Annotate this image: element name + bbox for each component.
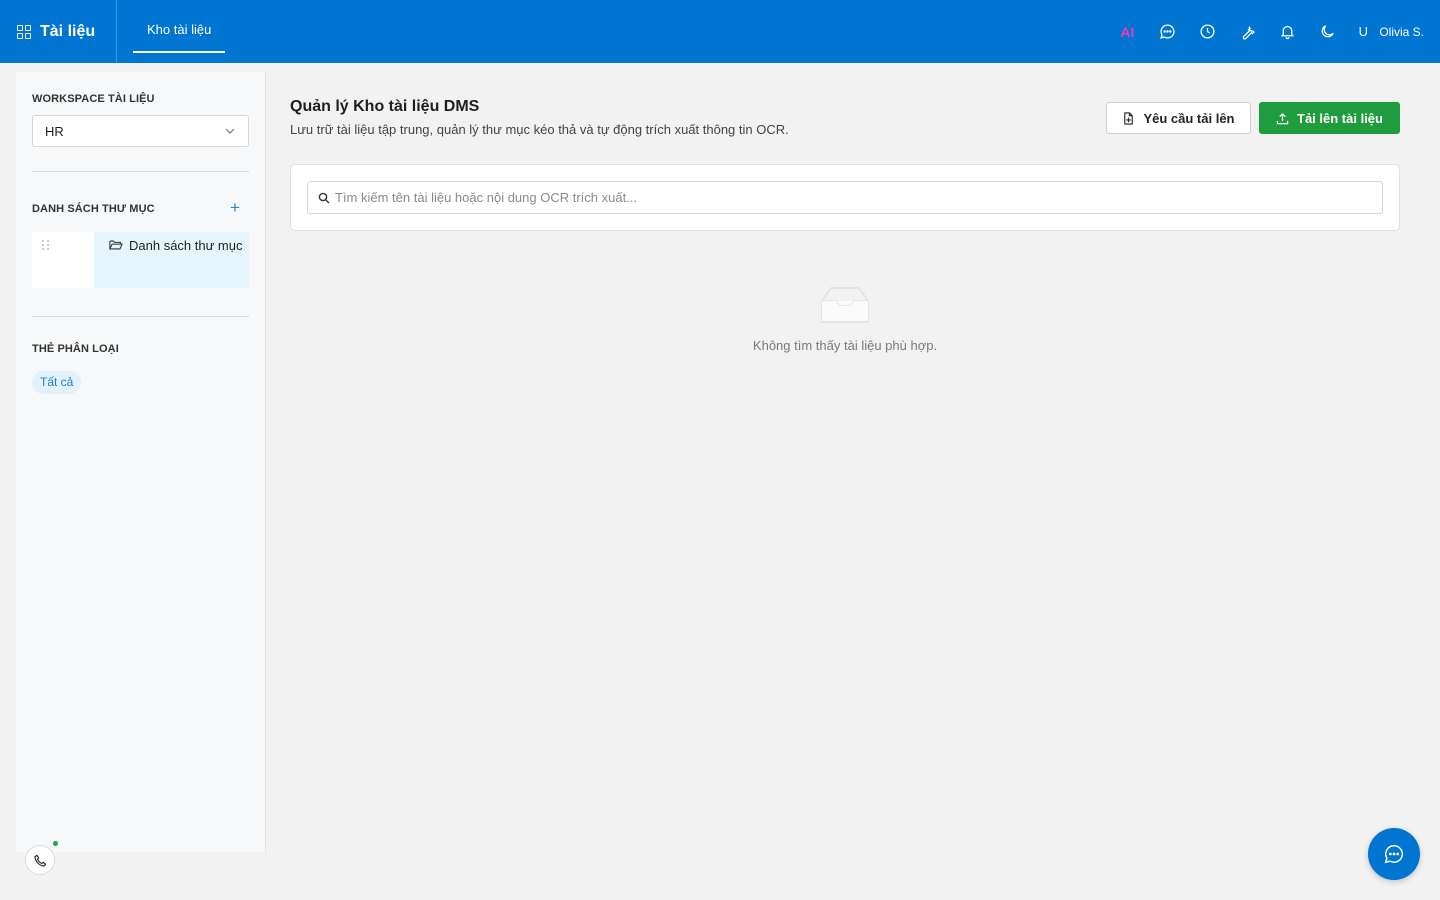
search-icon xyxy=(318,192,330,203)
top-navigation-bar: Tài liệu Kho tài liệu AI U Olivia S. xyxy=(0,0,1440,63)
folder-list-label: DANH SÁCH THƯ MỤC xyxy=(32,203,155,215)
tools-button[interactable] xyxy=(1227,12,1267,52)
online-status-dot xyxy=(53,841,58,846)
folder-row: Danh sách thư mục xyxy=(32,232,249,288)
dark-mode-toggle[interactable] xyxy=(1307,12,1347,52)
app-title: Tài liệu xyxy=(40,22,96,40)
call-button[interactable] xyxy=(25,845,55,875)
empty-inbox-icon xyxy=(821,287,869,323)
avatar[interactable]: U xyxy=(1351,24,1375,39)
header-tabs: Kho tài liệu xyxy=(133,0,226,63)
chat-fab-button[interactable] xyxy=(1368,828,1420,880)
tab-kho-tai-lieu[interactable]: Kho tài liệu xyxy=(133,0,226,63)
header-tools: AI U Olivia S. xyxy=(1107,0,1440,63)
workspace-value: HR xyxy=(45,123,64,139)
wrench-icon xyxy=(1242,26,1255,40)
user-name[interactable]: Olivia S. xyxy=(1379,25,1424,39)
drag-handle-icon[interactable] xyxy=(42,240,52,254)
ai-assistant-button[interactable]: AI xyxy=(1107,12,1147,52)
clock-icon xyxy=(1200,24,1215,39)
folder-item[interactable]: Danh sách thư mục xyxy=(94,232,249,288)
notifications-button[interactable] xyxy=(1267,12,1307,52)
upload-document-button[interactable]: Tải lên tài liệu xyxy=(1259,102,1400,134)
phone-icon xyxy=(33,854,46,867)
search-box[interactable] xyxy=(307,181,1383,214)
bell-icon xyxy=(1280,25,1294,40)
folder-open-icon xyxy=(109,240,123,250)
apps-grid-icon[interactable] xyxy=(17,24,31,39)
workspace-label: WORKSPACE TÀI LIỆU xyxy=(32,93,155,105)
messages-button[interactable] xyxy=(1147,12,1187,52)
tag-all[interactable]: Tất cả xyxy=(32,371,82,394)
request-upload-button[interactable]: Yêu cầu tải lên xyxy=(1106,102,1251,134)
empty-state-text: Không tìm thấy tài liệu phù hợp. xyxy=(752,338,938,353)
page-title: Quản lý Kho tài liệu DMS xyxy=(290,98,480,115)
upload-icon xyxy=(1276,112,1289,124)
add-folder-button[interactable]: + xyxy=(227,199,243,217)
chat-icon xyxy=(1384,845,1404,864)
divider xyxy=(32,171,249,172)
divider xyxy=(32,316,249,317)
history-button[interactable] xyxy=(1187,12,1227,52)
file-plus-icon xyxy=(1124,111,1134,125)
tags-label: THẺ PHÂN LOẠI xyxy=(32,343,119,355)
moon-icon xyxy=(1321,25,1334,38)
search-card xyxy=(290,164,1400,231)
page-subtitle: Lưu trữ tài liệu tập trung, quản lý thư … xyxy=(290,122,789,137)
chat-icon xyxy=(1160,24,1175,39)
workspace-select[interactable]: HR xyxy=(32,115,249,147)
sidebar: WORKSPACE TÀI LIỆU HR DANH SÁCH THƯ MỤC … xyxy=(16,72,266,852)
chevron-down-icon xyxy=(225,128,235,134)
app-brand[interactable]: Tài liệu xyxy=(0,0,117,63)
search-input[interactable] xyxy=(335,190,1355,205)
